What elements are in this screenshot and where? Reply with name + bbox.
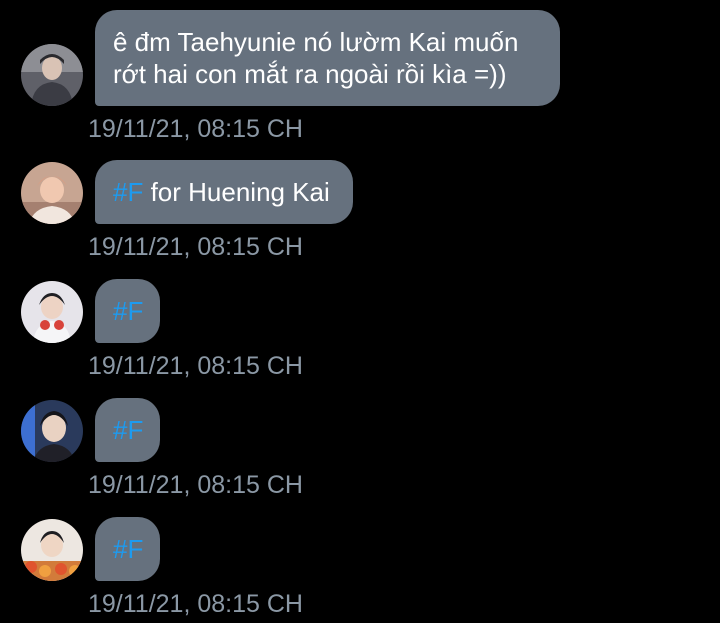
message-bubble[interactable]: #F: [95, 517, 160, 581]
user-avatar[interactable]: [21, 400, 83, 462]
hashtag-link[interactable]: #F: [113, 534, 143, 564]
message-timestamp: 19/11/21, 08:15 CH: [88, 115, 303, 143]
hashtag-link[interactable]: #F: [113, 415, 143, 445]
hashtag-link[interactable]: #F: [113, 296, 143, 326]
user-avatar[interactable]: [21, 44, 83, 106]
message-text-line-1: ê đm Taehyunie nó lườm Kai muốn: [113, 27, 519, 57]
user-avatar[interactable]: [21, 281, 83, 343]
message-bubble[interactable]: #F for Huening Kai: [95, 160, 353, 224]
message-timestamp: 19/11/21, 08:15 CH: [88, 590, 303, 618]
message-bubble[interactable]: #F: [95, 398, 160, 462]
message-bubble[interactable]: #F: [95, 279, 160, 343]
user-avatar[interactable]: [21, 519, 83, 581]
message-timestamp: 19/11/21, 08:15 CH: [88, 471, 303, 499]
hashtag-link[interactable]: #F: [113, 177, 143, 207]
user-avatar[interactable]: [21, 162, 83, 224]
message-timestamp: 19/11/21, 08:15 CH: [88, 233, 303, 261]
message-timestamp: 19/11/21, 08:15 CH: [88, 352, 303, 380]
message-text: for Huening Kai: [143, 177, 330, 207]
message-text-line-2: rớt hai con mắt ra ngoài rồi kìa =)): [113, 59, 507, 89]
message-bubble[interactable]: ê đm Taehyunie nó lườm Kai muốn rớt hai …: [95, 10, 560, 106]
